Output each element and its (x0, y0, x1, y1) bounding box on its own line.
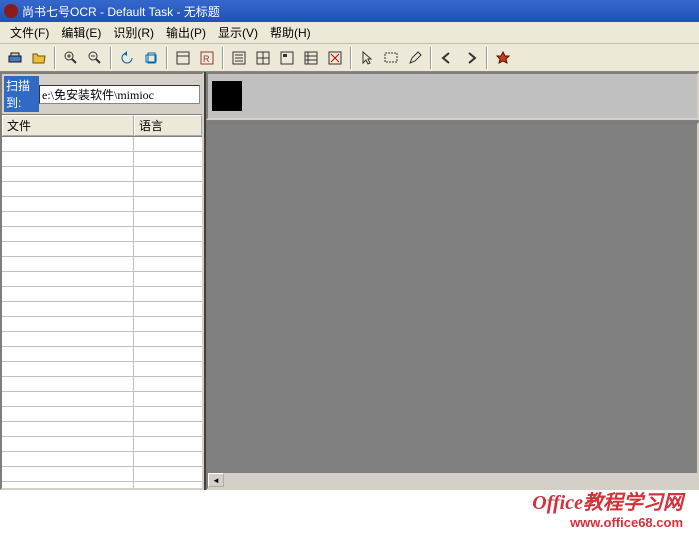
settings-button[interactable] (492, 47, 514, 69)
table-row[interactable] (2, 377, 202, 392)
app-icon (4, 4, 18, 18)
table-row[interactable] (2, 347, 202, 362)
rotate-right-button[interactable] (140, 47, 162, 69)
table-row[interactable] (2, 437, 202, 452)
toolbar-separator (350, 47, 352, 69)
menu-help[interactable]: 帮助(H) (264, 23, 317, 42)
main-panel: ◄ (204, 72, 699, 490)
toolbar-separator (110, 47, 112, 69)
zoom-in-button[interactable] (60, 47, 82, 69)
table-row[interactable] (2, 362, 202, 377)
table-row[interactable] (2, 467, 202, 482)
toolbar: R (0, 44, 699, 72)
scan-label: 扫描到: (4, 76, 39, 112)
table-row[interactable] (2, 452, 202, 467)
workspace: 扫描到: 文件 语言 ◄ (0, 72, 699, 490)
scroll-left-icon[interactable]: ◄ (208, 473, 224, 487)
table-row[interactable] (2, 212, 202, 227)
menu-bar: 文件(F) 编辑(E) 识别(R) 输出(P) 显示(V) 帮助(H) (0, 22, 699, 44)
scan-path-bar: 扫描到: (2, 74, 202, 115)
zoom-out-button[interactable] (84, 47, 106, 69)
menu-display[interactable]: 显示(V) (212, 23, 264, 42)
open-button[interactable] (28, 47, 50, 69)
watermark-title: Office教程学习网 (532, 486, 683, 515)
svg-text:R: R (203, 54, 210, 64)
menu-recognize[interactable]: 识别(R) (107, 23, 160, 42)
toolbar-separator (222, 47, 224, 69)
thumbnail-strip (206, 72, 699, 120)
table-row[interactable] (2, 152, 202, 167)
menu-output[interactable]: 输出(P) (160, 23, 212, 42)
window-title: 尚书七号OCR - Default Task - 无标题 (22, 3, 220, 20)
file-list-header: 文件 语言 (2, 115, 202, 137)
table-row[interactable] (2, 167, 202, 182)
toolbar-separator (430, 47, 432, 69)
table-row[interactable] (2, 272, 202, 287)
rotate-left-button[interactable] (116, 47, 138, 69)
watermark: Office教程学习网 www.office68.com (532, 486, 683, 530)
page-thumbnail[interactable] (212, 81, 242, 111)
toolbar-separator (166, 47, 168, 69)
sidebar: 扫描到: 文件 语言 (0, 72, 204, 490)
table-row[interactable] (2, 257, 202, 272)
table-row[interactable] (2, 287, 202, 302)
block-image-button[interactable] (276, 47, 298, 69)
scanner-button[interactable] (4, 47, 26, 69)
table-row[interactable] (2, 332, 202, 347)
recognize-button[interactable]: R (196, 47, 218, 69)
table-row[interactable] (2, 392, 202, 407)
block-text-button[interactable] (228, 47, 250, 69)
pen-button[interactable] (404, 47, 426, 69)
toolbar-separator (54, 47, 56, 69)
table-row[interactable] (2, 227, 202, 242)
file-list[interactable] (2, 137, 202, 488)
table-row[interactable] (2, 422, 202, 437)
table-row[interactable] (2, 197, 202, 212)
col-lang[interactable]: 语言 (134, 115, 202, 136)
menu-edit[interactable]: 编辑(E) (55, 23, 107, 42)
table-row[interactable] (2, 317, 202, 332)
block-delete-button[interactable] (324, 47, 346, 69)
table-row[interactable] (2, 407, 202, 422)
menu-file[interactable]: 文件(F) (4, 23, 55, 42)
layout-button[interactable] (172, 47, 194, 69)
table-row[interactable] (2, 242, 202, 257)
table-row[interactable] (2, 137, 202, 152)
prev-button[interactable] (436, 47, 458, 69)
block-table-button[interactable] (252, 47, 274, 69)
next-button[interactable] (460, 47, 482, 69)
canvas-area[interactable]: ◄ (206, 122, 699, 490)
toolbar-separator (486, 47, 488, 69)
table-row[interactable] (2, 302, 202, 317)
pointer-button[interactable] (356, 47, 378, 69)
title-bar: 尚书七号OCR - Default Task - 无标题 (0, 0, 699, 22)
select-button[interactable] (380, 47, 402, 69)
watermark-url: www.office68.com (532, 515, 683, 530)
table-row[interactable] (2, 182, 202, 197)
block-form-button[interactable] (300, 47, 322, 69)
table-row[interactable] (2, 482, 202, 488)
scan-path-input[interactable] (39, 85, 200, 104)
col-file[interactable]: 文件 (2, 115, 134, 136)
